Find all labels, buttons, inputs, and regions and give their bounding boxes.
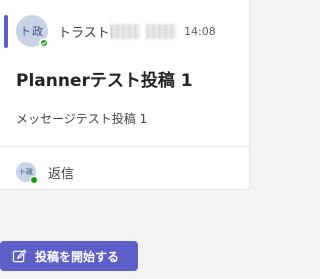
teams-channel-view: ト政 トラストIT 14:08 Plannerテスト投稿 1 メッセージテスト投… [0,0,250,279]
post-card[interactable]: ト政 トラストIT 14:08 Plannerテスト投稿 1 メッセージテスト投… [0,0,250,190]
presence-available-icon [39,38,49,48]
new-post-label: 投稿を開始する [35,249,120,264]
reply-avatar-initials: ト政 [19,168,33,176]
author-avatar[interactable]: ト政 [16,15,49,48]
author-avatar-initials: ト政 [20,25,44,38]
reply-avatar: ト政 [16,162,38,184]
post-title: Plannerテスト投稿 1 [16,71,193,91]
reply-divider [0,146,249,147]
redacted-name-part [110,24,140,39]
redacted-name-part [146,24,176,39]
post-message: メッセージテスト投稿 1 [16,112,148,126]
reply-button[interactable]: 返信 [48,163,74,182]
post-timestamp: 14:08 [184,25,216,38]
compose-icon [12,249,27,262]
new-post-button[interactable]: 投稿を開始する [0,241,138,271]
unread-accent-bar [4,15,8,48]
presence-available-icon [30,176,38,184]
